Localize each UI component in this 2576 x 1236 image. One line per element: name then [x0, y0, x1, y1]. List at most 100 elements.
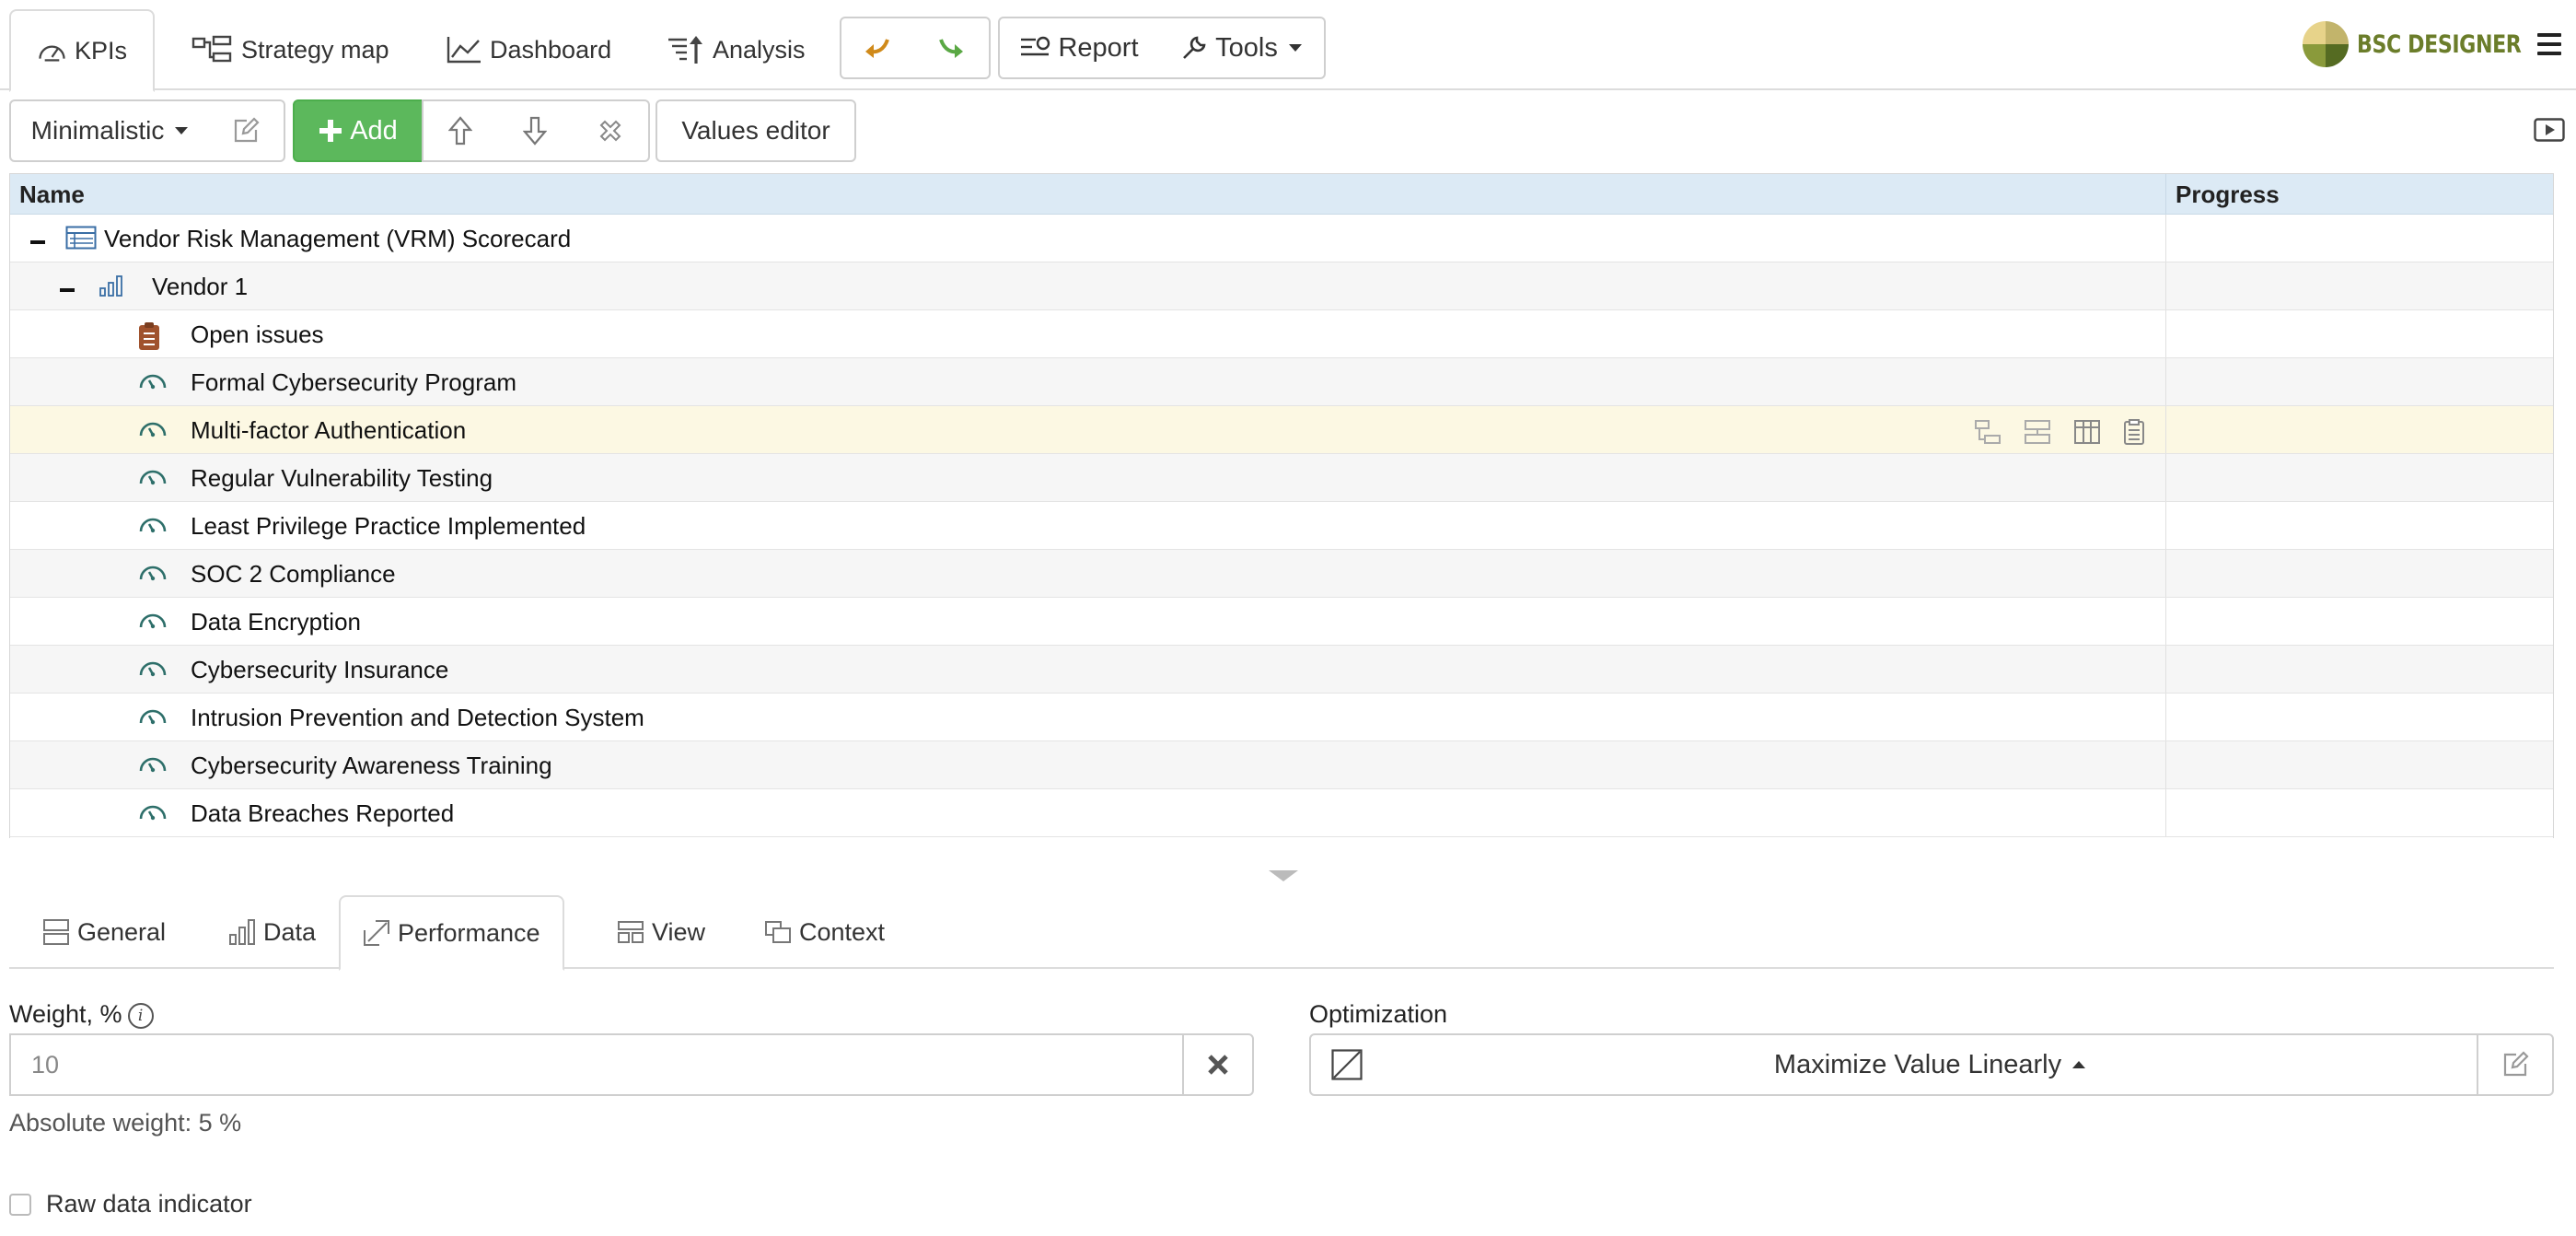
gauge-icon [39, 45, 65, 62]
general-icon [43, 919, 69, 945]
delete-button[interactable] [573, 99, 650, 162]
name-cell[interactable]: Formal Cybersecurity Program [10, 358, 2166, 405]
optimization-value: Maximize Value Linearly [1773, 1049, 2062, 1079]
info-icon[interactable]: i [127, 1002, 154, 1029]
bar-chart-icon [99, 274, 126, 304]
table-row[interactable]: Cybersecurity Insurance [10, 646, 2553, 694]
video-tutorial-icon[interactable] [2534, 118, 2565, 148]
row-label: Multi-factor Authentication [191, 416, 467, 444]
weight-label: Weight, % i [9, 1000, 154, 1029]
name-cell[interactable]: Vendor 1 [10, 262, 2166, 309]
table-row[interactable]: Formal Cybersecurity Program [10, 358, 2553, 406]
logo-icon [2303, 21, 2349, 67]
menu-icon[interactable] [2537, 33, 2561, 61]
tab-general[interactable]: General [20, 895, 188, 969]
add-child-icon[interactable] [1974, 419, 2002, 445]
progress-cell [2166, 646, 2553, 693]
values-editor-button[interactable]: Values editor [656, 99, 856, 162]
name-cell[interactable]: Data Breaches Reported [10, 789, 2166, 836]
redo-icon [939, 39, 963, 58]
tab-performance-label: Performance [398, 918, 540, 947]
name-cell[interactable]: Regular Vulnerability Testing [10, 454, 2166, 501]
progress-cell [2166, 694, 2553, 740]
table-row[interactable]: Regular Vulnerability Testing [10, 454, 2553, 502]
strategy-map-icon [191, 35, 232, 63]
tab-performance[interactable]: Performance [339, 895, 564, 971]
tab-view-label: View [652, 917, 706, 946]
report-button[interactable]: Report [998, 17, 1160, 79]
kpi-tree-grid: Name Progress Vendor Risk Management (VR… [9, 173, 2554, 838]
arrow-down-icon [523, 116, 547, 146]
add-button[interactable]: Add [293, 99, 424, 162]
name-cell[interactable]: Intrusion Prevention and Detection Syste… [10, 694, 2166, 740]
row-label: Open issues [191, 321, 324, 348]
table-row[interactable]: Multi-factor Authentication [10, 406, 2553, 454]
collapse-icon[interactable] [30, 240, 45, 244]
table-row[interactable]: Vendor 1 [10, 262, 2553, 310]
gauge-icon [137, 657, 168, 687]
progress-cell [2166, 262, 2553, 309]
column-name-header[interactable]: Name [10, 174, 2166, 214]
table-row[interactable]: Data Breaches Reported [10, 789, 2553, 837]
weight-input[interactable]: 10 [9, 1033, 1184, 1096]
performance-icon [364, 920, 389, 946]
name-cell[interactable]: Multi-factor Authentication [10, 406, 2166, 453]
tab-analysis[interactable]: Analysis [641, 9, 831, 90]
add-label: Add [350, 115, 398, 146]
name-cell[interactable]: SOC 2 Compliance [10, 550, 2166, 597]
move-up-button[interactable] [422, 99, 499, 162]
table-row[interactable]: Least Privilege Practice Implemented [10, 502, 2553, 550]
view-mode-dropdown[interactable]: Minimalistic [9, 99, 210, 162]
context-icon [765, 921, 791, 943]
line-chart-icon [447, 37, 481, 64]
wrench-icon [1183, 36, 1206, 59]
gauge-icon [137, 369, 168, 400]
row-label: Vendor 1 [152, 273, 249, 300]
name-cell[interactable]: Vendor Risk Management (VRM) Scorecard [10, 215, 2166, 262]
panel-splitter-icon[interactable] [1269, 870, 1298, 881]
clipboard-icon[interactable] [2123, 419, 2145, 445]
name-cell[interactable]: Least Privilege Practice Implemented [10, 502, 2166, 549]
progress-cell [2166, 310, 2553, 357]
tab-data[interactable]: Data [206, 895, 338, 969]
row-label: Data Breaches Reported [191, 799, 455, 827]
tab-dashboard[interactable]: Dashboard [420, 9, 637, 90]
tab-context[interactable]: Context [742, 895, 907, 969]
table-row[interactable]: Open issues [10, 310, 2553, 358]
tab-strategy-map[interactable]: Strategy map [166, 9, 415, 90]
table-row[interactable]: Cybersecurity Awareness Training [10, 741, 2553, 789]
table-row[interactable]: Intrusion Prevention and Detection Syste… [10, 694, 2553, 741]
undo-button[interactable] [840, 17, 915, 79]
raw-data-checkbox[interactable] [9, 1194, 31, 1216]
collapse-icon[interactable] [60, 288, 75, 292]
tab-view[interactable]: View [595, 895, 727, 969]
redo-button[interactable] [913, 17, 991, 79]
edit-button[interactable] [208, 99, 285, 162]
edit-optimization-button[interactable] [2477, 1033, 2554, 1096]
row-label: Data Encryption [191, 608, 361, 635]
absolute-weight-text: Absolute weight: 5 % [9, 1109, 242, 1137]
name-cell[interactable]: Open issues [10, 310, 2166, 357]
column-progress-header[interactable]: Progress [2166, 174, 2553, 214]
tab-kpis[interactable]: KPIs [9, 9, 155, 92]
row-label: Formal Cybersecurity Program [191, 368, 516, 396]
table-row[interactable]: SOC 2 Compliance [10, 550, 2553, 598]
grid-header: Name Progress [10, 174, 2553, 215]
optimization-dropdown[interactable]: Maximize Value Linearly [1383, 1033, 2478, 1096]
delete-icon [599, 120, 621, 142]
clear-weight-button[interactable] [1182, 1033, 1254, 1096]
progress-cell [2166, 358, 2553, 405]
add-sibling-icon[interactable] [2024, 419, 2051, 445]
table-icon[interactable] [2073, 419, 2101, 445]
name-cell[interactable]: Cybersecurity Insurance [10, 646, 2166, 693]
row-label: SOC 2 Compliance [191, 560, 396, 588]
name-cell[interactable]: Data Encryption [10, 598, 2166, 645]
progress-cell [2166, 789, 2553, 836]
table-row[interactable]: Data Encryption [10, 598, 2553, 646]
tools-dropdown[interactable]: Tools [1158, 17, 1326, 79]
optimization-function-button[interactable] [1309, 1033, 1385, 1096]
gauge-icon [137, 513, 168, 543]
table-row[interactable]: Vendor Risk Management (VRM) Scorecard [10, 215, 2553, 262]
name-cell[interactable]: Cybersecurity Awareness Training [10, 741, 2166, 788]
move-down-button[interactable] [497, 99, 574, 162]
